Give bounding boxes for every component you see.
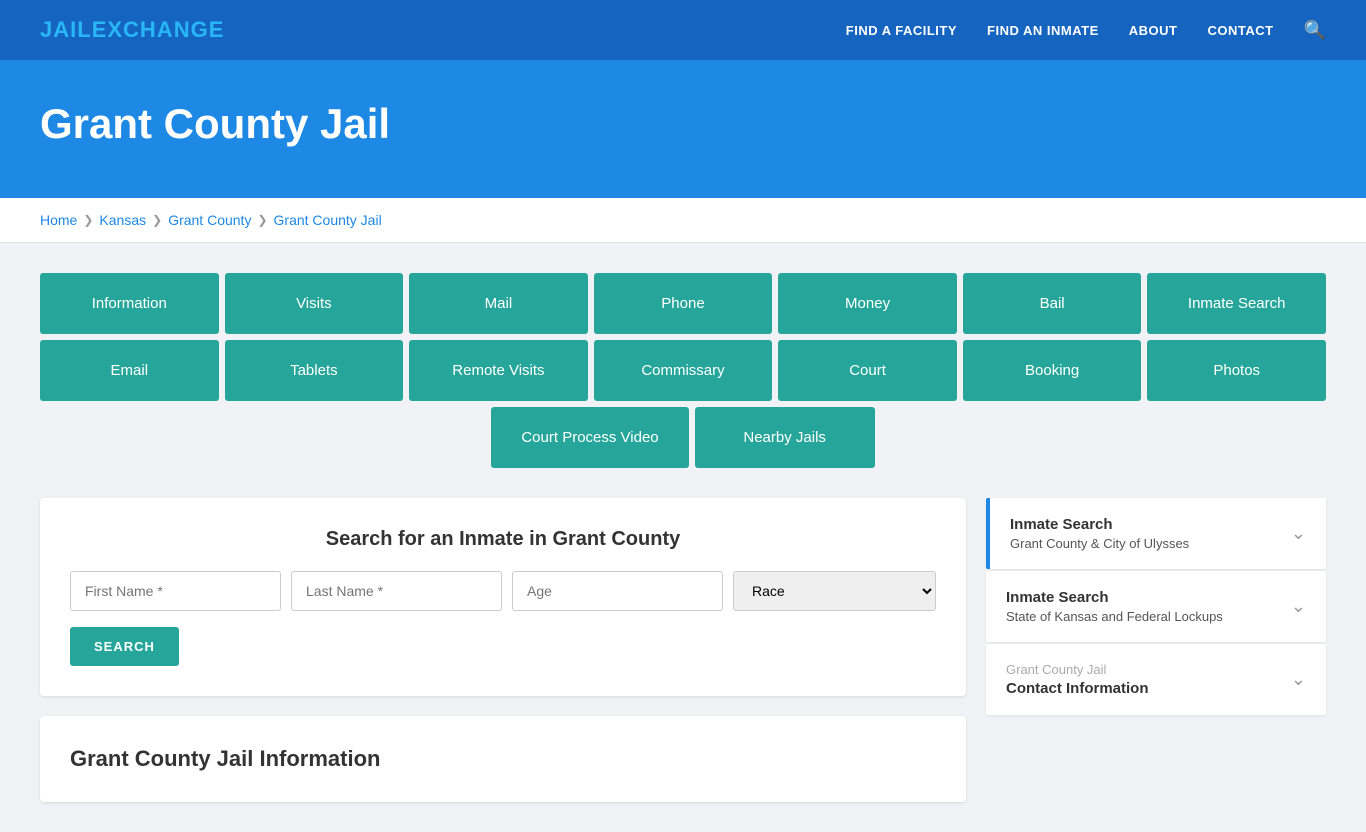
info-section: Grant County Jail Information — [40, 716, 966, 802]
nav-buttons-row2: Email Tablets Remote Visits Commissary C… — [40, 340, 1326, 401]
btn-court[interactable]: Court — [778, 340, 957, 401]
sidebar-item-ks-text: Inmate Search State of Kansas and Federa… — [1006, 589, 1223, 624]
sidebar-item-contact[interactable]: Grant County Jail Contact Information ⌄ — [986, 644, 1326, 715]
search-button[interactable]: SEARCH — [70, 627, 179, 666]
lower-section: Search for an Inmate in Grant County Rac… — [40, 498, 1326, 802]
sidebar-item-contact-subtitle: Contact Information — [1006, 680, 1149, 697]
first-name-input[interactable] — [70, 571, 281, 611]
btn-nearby-jails[interactable]: Nearby Jails — [695, 407, 875, 468]
btn-bail[interactable]: Bail — [963, 273, 1142, 334]
race-select[interactable]: Race White Black Hispanic Asian Other — [733, 571, 936, 611]
btn-commissary[interactable]: Commissary — [594, 340, 773, 401]
nav-links: FIND A FACILITY FIND AN INMATE ABOUT CON… — [846, 20, 1326, 41]
breadcrumb-sep-1: ❯ — [83, 213, 93, 227]
chevron-down-icon: ⌄ — [1291, 523, 1306, 544]
main-content: Information Visits Mail Phone Money Bail… — [0, 243, 1366, 832]
btn-email[interactable]: Email — [40, 340, 219, 401]
btn-information[interactable]: Information — [40, 273, 219, 334]
nav-find-inmate[interactable]: FIND AN INMATE — [987, 23, 1099, 38]
btn-remote-visits[interactable]: Remote Visits — [409, 340, 588, 401]
sidebar-item-contact-title: Grant County Jail — [1006, 662, 1149, 677]
page-title: Grant County Jail — [40, 100, 1326, 148]
breadcrumb-sep-3: ❯ — [257, 213, 267, 227]
sidebar-item-contact-text: Grant County Jail Contact Information — [1006, 662, 1149, 697]
left-column: Search for an Inmate in Grant County Rac… — [40, 498, 966, 802]
sidebar-item-inmate-search-ks[interactable]: Inmate Search State of Kansas and Federa… — [986, 571, 1326, 642]
sidebar-item-gc-title: Inmate Search — [1010, 516, 1189, 533]
hero-section: Grant County Jail — [0, 60, 1366, 198]
navbar: JAILEXCHANGE FIND A FACILITY FIND AN INM… — [0, 0, 1366, 60]
sidebar-item-gc-text: Inmate Search Grant County & City of Uly… — [1010, 516, 1189, 551]
age-input[interactable] — [512, 571, 723, 611]
nav-buttons-row3: Court Process Video Nearby Jails — [40, 407, 1326, 468]
sidebar-item-ks-title: Inmate Search — [1006, 589, 1223, 606]
sidebar: Inmate Search Grant County & City of Uly… — [986, 498, 1326, 715]
nav-about[interactable]: ABOUT — [1129, 23, 1178, 38]
search-icon[interactable]: 🔍 — [1304, 20, 1326, 41]
btn-money[interactable]: Money — [778, 273, 957, 334]
breadcrumb-grant-county-jail[interactable]: Grant County Jail — [274, 212, 382, 228]
nav-buttons-row1: Information Visits Mail Phone Money Bail… — [40, 273, 1326, 334]
nav-contact[interactable]: CONTACT — [1207, 23, 1273, 38]
breadcrumb-home[interactable]: Home — [40, 212, 77, 228]
search-title: Search for an Inmate in Grant County — [70, 528, 936, 551]
btn-tablets[interactable]: Tablets — [225, 340, 404, 401]
breadcrumb: Home ❯ Kansas ❯ Grant County ❯ Grant Cou… — [40, 212, 1326, 228]
btn-mail[interactable]: Mail — [409, 273, 588, 334]
btn-court-process-video[interactable]: Court Process Video — [491, 407, 688, 468]
sidebar-item-gc-subtitle: Grant County & City of Ulysses — [1010, 536, 1189, 551]
logo-part1: JAIL — [40, 17, 92, 42]
btn-inmate-search[interactable]: Inmate Search — [1147, 273, 1326, 334]
breadcrumb-sep-2: ❯ — [152, 213, 162, 227]
breadcrumb-grant-county[interactable]: Grant County — [168, 212, 251, 228]
btn-visits[interactable]: Visits — [225, 273, 404, 334]
search-fields: Race White Black Hispanic Asian Other — [70, 571, 936, 611]
btn-booking[interactable]: Booking — [963, 340, 1142, 401]
breadcrumb-bar: Home ❯ Kansas ❯ Grant County ❯ Grant Cou… — [0, 198, 1366, 243]
breadcrumb-kansas[interactable]: Kansas — [99, 212, 146, 228]
search-panel: Search for an Inmate in Grant County Rac… — [40, 498, 966, 696]
btn-photos[interactable]: Photos — [1147, 340, 1326, 401]
logo-part2: EXCHANGE — [92, 17, 225, 42]
nav-find-facility[interactable]: FIND A FACILITY — [846, 23, 957, 38]
btn-phone[interactable]: Phone — [594, 273, 773, 334]
last-name-input[interactable] — [291, 571, 502, 611]
chevron-down-icon-2: ⌄ — [1291, 596, 1306, 617]
chevron-down-icon-3: ⌄ — [1291, 669, 1306, 690]
info-title: Grant County Jail Information — [70, 746, 936, 772]
sidebar-item-ks-subtitle: State of Kansas and Federal Lockups — [1006, 609, 1223, 624]
site-logo[interactable]: JAILEXCHANGE — [40, 17, 224, 43]
sidebar-item-inmate-search-gc[interactable]: Inmate Search Grant County & City of Uly… — [986, 498, 1326, 569]
